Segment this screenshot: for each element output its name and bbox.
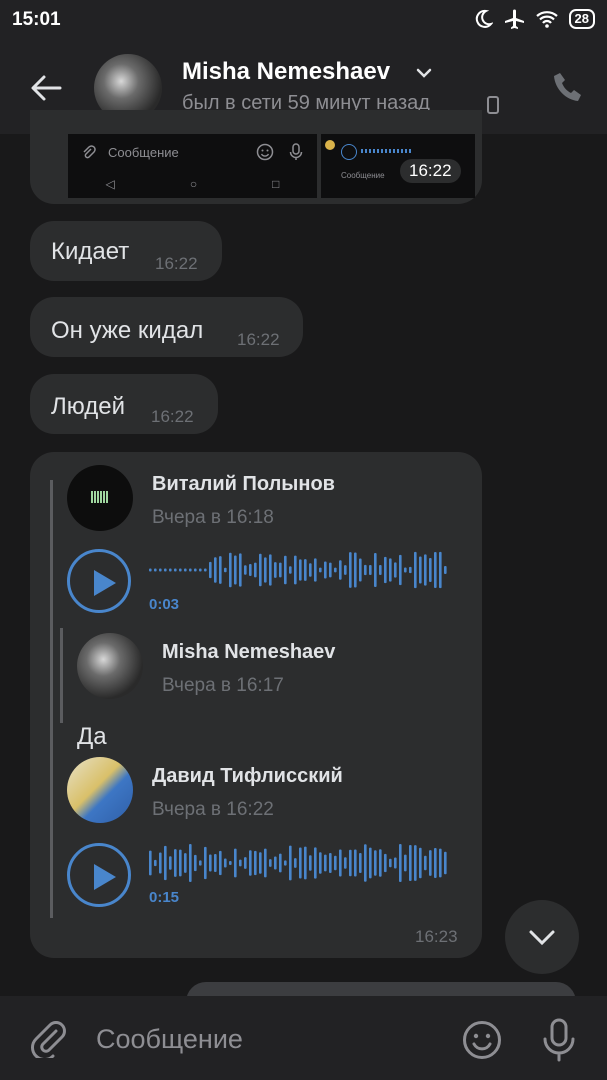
preview-input-placeholder: Сообщение bbox=[341, 171, 385, 180]
message-bubble[interactable]: Людей 16:22 bbox=[30, 374, 218, 434]
message-bubble[interactable]: Кидает 16:22 bbox=[30, 221, 222, 281]
attach-icon[interactable] bbox=[30, 1020, 66, 1058]
message-time: 16:23 bbox=[415, 927, 458, 946]
chevron-down-icon bbox=[529, 930, 555, 946]
waveform[interactable] bbox=[149, 843, 449, 883]
message-text: Он уже кидал bbox=[51, 317, 204, 344]
voice-duration: 0:03 bbox=[149, 596, 180, 613]
back-arrow-icon[interactable] bbox=[28, 70, 64, 106]
forwarded-author[interactable]: Виталий Полынов bbox=[152, 473, 335, 496]
message-text: Кидает bbox=[51, 238, 130, 265]
chevron-down-icon[interactable] bbox=[415, 64, 433, 82]
nav-back-icon: ◁ bbox=[105, 177, 115, 191]
status-time: 15:01 bbox=[12, 9, 61, 30]
message-bubble[interactable]: Он уже кидал 16:22 bbox=[30, 297, 303, 357]
forwarded-text: Да bbox=[77, 723, 107, 750]
avatar bbox=[325, 140, 335, 150]
play-icon[interactable] bbox=[67, 549, 131, 613]
emoji-icon[interactable] bbox=[462, 1020, 502, 1060]
forwarded-date: Вчера в 16:22 bbox=[152, 799, 274, 820]
message-time: 16:22 bbox=[151, 407, 194, 426]
avatar[interactable] bbox=[67, 757, 133, 823]
message-input[interactable]: Сообщение bbox=[96, 1024, 243, 1055]
avatar-logo bbox=[91, 491, 109, 503]
emoji-icon bbox=[256, 143, 274, 161]
moon-icon bbox=[475, 9, 493, 28]
message-time: 16:22 bbox=[155, 254, 198, 273]
avatar[interactable] bbox=[77, 633, 143, 699]
preview-input-placeholder: Сообщение bbox=[108, 145, 179, 160]
mobile-device-icon bbox=[487, 96, 499, 114]
play-icon[interactable] bbox=[67, 843, 131, 907]
nav-recents-icon: □ bbox=[272, 177, 280, 191]
waveform bbox=[361, 149, 411, 153]
attachment-time: 16:22 bbox=[400, 159, 461, 183]
play-icon bbox=[341, 144, 357, 160]
forwarded-date: Вчера в 16:17 bbox=[162, 675, 284, 696]
mic-icon bbox=[289, 143, 303, 160]
phone-icon[interactable] bbox=[552, 70, 584, 106]
waveform[interactable] bbox=[149, 550, 449, 590]
screenshot-thumbnail[interactable]: Сообщение 16:22 bbox=[321, 134, 475, 198]
voice-duration: 0:15 bbox=[149, 889, 180, 906]
screenshot-thumbnail[interactable]: Сообщение ◁ ○ □ bbox=[68, 134, 317, 198]
message-time: 16:22 bbox=[237, 330, 280, 349]
airplane-icon bbox=[504, 9, 524, 29]
attach-icon bbox=[83, 145, 96, 159]
message-input-bar: Сообщение bbox=[0, 996, 607, 1080]
nav-bar-preview: ◁ ○ □ bbox=[68, 170, 317, 198]
forward-line bbox=[50, 480, 53, 918]
scroll-down-button[interactable] bbox=[505, 900, 579, 974]
forwarded-author[interactable]: Misha Nemeshaev bbox=[162, 641, 335, 664]
battery-indicator: 28 bbox=[568, 9, 595, 29]
mic-icon[interactable] bbox=[541, 1018, 577, 1062]
message-text: Людей bbox=[51, 393, 125, 420]
forwarded-author[interactable]: Давид Тифлисский bbox=[152, 765, 343, 788]
status-bar: 15:01 28 bbox=[0, 0, 607, 40]
forwarded-message-bubble[interactable]: Виталий Полынов Вчера в 16:18 0:03 Misha… bbox=[30, 452, 482, 958]
contact-name[interactable]: Misha Nemeshaev bbox=[182, 58, 390, 86]
forwarded-date: Вчера в 16:18 bbox=[152, 507, 274, 528]
nav-home-icon: ○ bbox=[189, 177, 198, 191]
forward-line bbox=[60, 628, 63, 723]
avatar[interactable] bbox=[67, 465, 133, 531]
wifi-icon bbox=[535, 11, 558, 28]
status-icons: 28 bbox=[473, 8, 595, 30]
